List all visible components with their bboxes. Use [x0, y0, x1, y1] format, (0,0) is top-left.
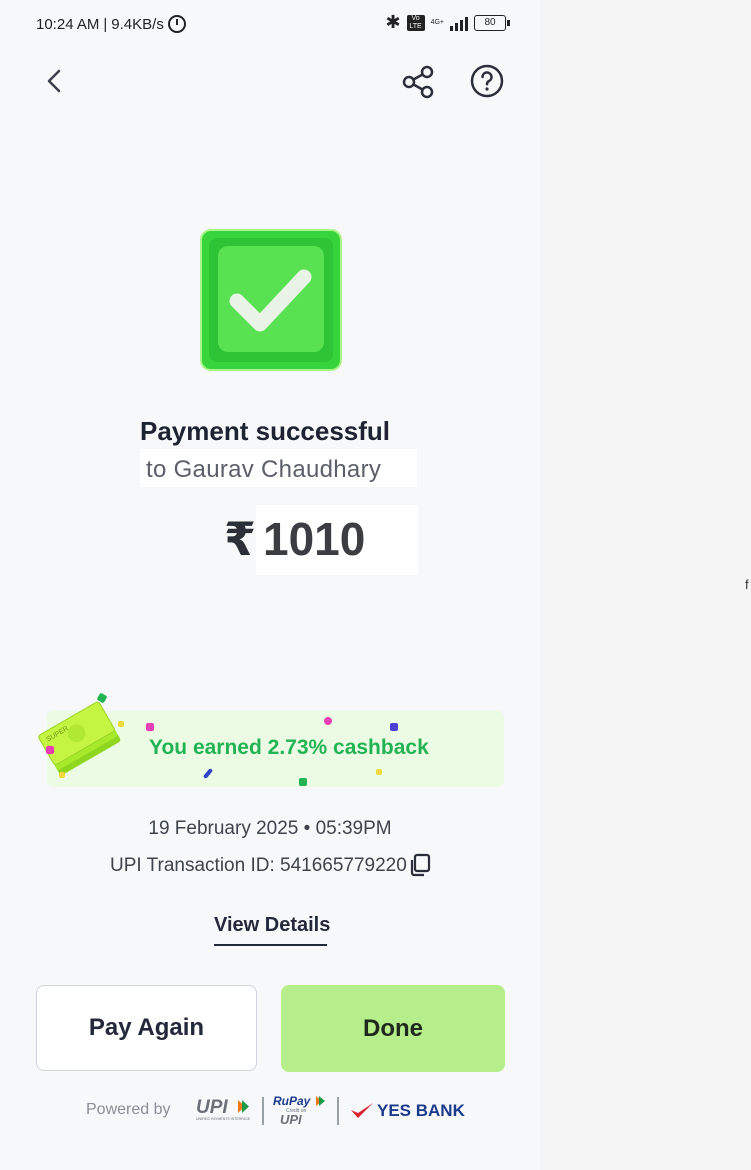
upi-transaction-id: UPI Transaction ID: 541665779220 — [110, 855, 407, 876]
alarm-icon — [167, 15, 186, 33]
network-speed: 9.4KB/s — [111, 15, 164, 33]
confetti — [46, 746, 54, 754]
yes-bank-logo: YES BANK — [350, 1101, 465, 1121]
confetti — [146, 723, 154, 731]
yes-bank-text: YES BANK — [377, 1101, 465, 1120]
blank-side-panel — [540, 0, 751, 1170]
recipient-name: to Gaurav Chaudhary — [146, 456, 382, 483]
view-details-link[interactable]: View Details — [214, 914, 330, 937]
confetti — [299, 778, 307, 786]
powered-by-label: Powered by — [86, 1101, 171, 1118]
confetti — [390, 723, 398, 731]
status-time: 10:24 AM — [36, 15, 100, 33]
footer-divider — [337, 1097, 339, 1125]
chevron-left-icon — [47, 69, 61, 93]
payment-success-screen: 10:24 AM | 9.4KB/s ✱ Vo LTE 4G+ 80 Payme… — [0, 0, 540, 1170]
pay-again-button[interactable]: Pay Again — [36, 985, 257, 1071]
confetti — [324, 717, 332, 725]
battery-level: 80 — [484, 16, 496, 28]
confetti — [118, 721, 124, 727]
confetti — [376, 769, 382, 775]
rupay-upi-text: UPI — [280, 1112, 302, 1127]
status-bar: 10:24 AM | 9.4KB/s ✱ Vo LTE 4G+ 80 — [36, 12, 510, 36]
transaction-datetime: 19 February 2025 • 05:39PM — [148, 818, 392, 839]
upi-logo-text: UPI — [196, 1097, 228, 1118]
share-button[interactable] — [400, 64, 436, 100]
payment-status-title: Payment successful — [140, 416, 391, 446]
success-check-icon — [200, 229, 342, 371]
cashback-text: You earned 2.73% cashback — [149, 736, 429, 759]
done-label: Done — [363, 1014, 423, 1042]
footer-divider — [262, 1097, 264, 1125]
help-circle-icon — [470, 64, 504, 98]
cash-stack-icon: SUPER — [36, 688, 126, 778]
battery-icon: 80 — [474, 14, 510, 31]
pay-again-label: Pay Again — [88, 1014, 205, 1041]
yes-bank-tick-icon — [351, 1103, 373, 1118]
done-button[interactable]: Done — [281, 985, 505, 1072]
confetti — [59, 772, 65, 778]
upi-logo: UPI UNIFIED PAYMENTS INTERFACE — [194, 1096, 252, 1127]
rupay-text: RuPay — [273, 1094, 312, 1108]
upi-logo-subtext: UNIFIED PAYMENTS INTERFACE — [196, 1117, 251, 1121]
payment-amount: 1010 — [263, 513, 366, 565]
rupay-upi-logo: RuPay Credit on UPI — [272, 1093, 328, 1134]
volte-icon: Vo LTE — [406, 14, 425, 31]
help-button[interactable] — [469, 63, 505, 99]
share-icon — [402, 65, 434, 99]
side-panel-text: f — [745, 577, 749, 592]
view-details-underline — [214, 944, 327, 946]
currency-symbol: ₹ — [224, 513, 257, 565]
back-button[interactable] — [40, 66, 68, 96]
bluetooth-icon: ✱ — [385, 12, 401, 32]
signal-icon — [450, 15, 468, 31]
network-type: 4G+ — [430, 19, 444, 26]
copy-icon[interactable] — [409, 853, 431, 877]
